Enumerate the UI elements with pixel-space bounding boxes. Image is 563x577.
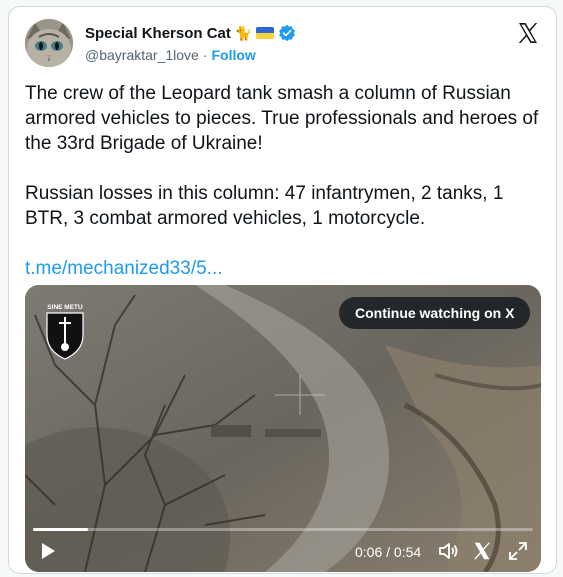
video-controls: 0:06 / 0:54 [25, 520, 541, 572]
volume-icon[interactable] [437, 540, 459, 562]
progress-bar[interactable] [33, 528, 533, 531]
time-separator: / [382, 544, 394, 560]
author-name-line: Special Kherson Cat 🐈 [85, 23, 296, 43]
duration: 0:54 [393, 544, 422, 560]
tweet-paragraph-1: The crew of the Leopard tank smash a col… [25, 83, 539, 154]
verified-badge-icon [278, 24, 296, 42]
tweet-paragraph-2: Russian losses in this column: 47 infant… [25, 183, 504, 229]
follow-button[interactable]: Follow [212, 47, 256, 63]
tweet-header: Special Kherson Cat 🐈 @bayraktar_1love ·… [21, 17, 544, 73]
fullscreen-icon[interactable] [507, 540, 529, 562]
x-logo-icon[interactable] [516, 21, 540, 45]
video-player[interactable]: SINE METU Continue watching on X 0:06 / … [25, 285, 541, 572]
continue-watching-button[interactable]: Continue watching on X [339, 297, 531, 329]
avatar[interactable] [25, 19, 73, 67]
display-name[interactable]: Special Kherson Cat [85, 25, 231, 42]
current-time: 0:06 [355, 544, 383, 560]
progress-fill [33, 528, 88, 531]
brigade-emblem: SINE METU [43, 301, 87, 361]
author-info: Special Kherson Cat 🐈 @bayraktar_1love ·… [85, 23, 296, 63]
continue-watching-label: Continue watching on X [355, 305, 515, 321]
separator-dot: · [202, 47, 208, 63]
cat-emoji-icon: 🐈 [234, 25, 253, 41]
play-icon[interactable] [37, 540, 59, 562]
tweet-link[interactable]: t.me/mechanized33/5... [25, 258, 223, 279]
tweet-text: The crew of the Leopard tank smash a col… [25, 81, 545, 306]
author-sub-line: @bayraktar_1love · Follow [85, 47, 296, 63]
handle[interactable]: @bayraktar_1love [85, 47, 199, 63]
x-watermark-icon[interactable] [471, 540, 493, 562]
svg-text:SINE METU: SINE METU [47, 304, 83, 311]
ukraine-flag-icon [256, 27, 275, 39]
video-time: 0:06 / 0:54 [355, 544, 421, 560]
tweet-card: Special Kherson Cat 🐈 @bayraktar_1love ·… [8, 6, 557, 574]
